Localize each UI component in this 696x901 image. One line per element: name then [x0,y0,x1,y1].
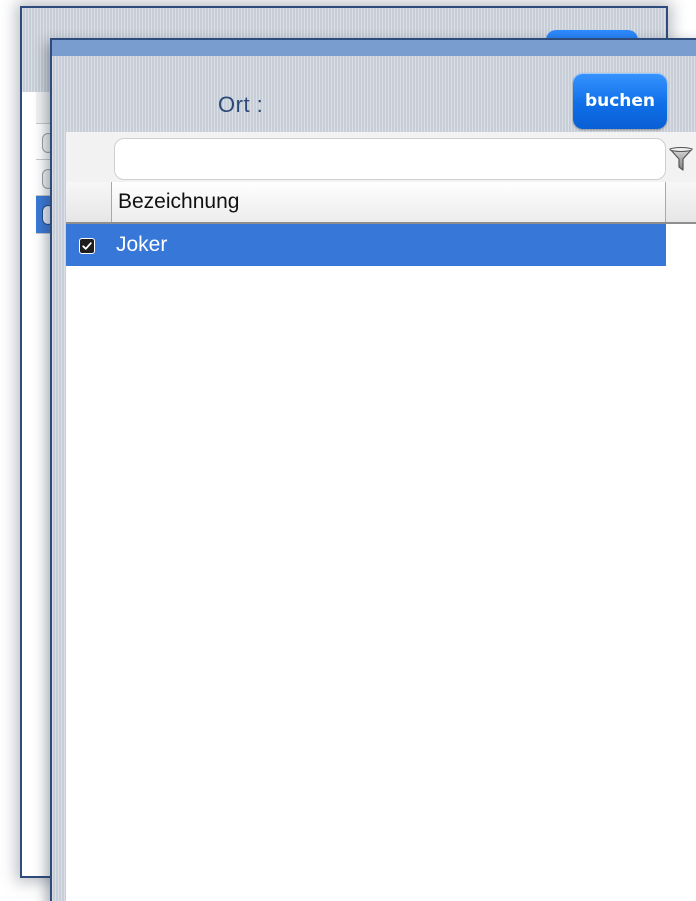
grid-header-row: Bezeichnung [66,182,696,224]
dialog-title-bar[interactable] [52,40,696,57]
filter-row [66,132,696,183]
filter-input[interactable] [114,138,666,180]
dialog-header: Ort : buchen [52,56,696,132]
funnel-filter-icon-graphic [669,147,693,171]
funnel-filter-icon[interactable] [668,146,694,174]
row-checkbox[interactable] [79,238,95,254]
header-filler [666,182,696,222]
header-select-cell[interactable] [66,182,112,222]
table-row[interactable]: Joker [66,224,666,266]
location-label: Ort : [218,92,264,117]
booking-dialog: Ort : buchen Bezeichnung Joker [50,38,696,901]
row-label: Joker [116,233,168,256]
book-button[interactable]: buchen [573,73,667,129]
checkmark-icon [82,242,92,250]
grid-left-margin [52,132,66,901]
screen: Ort : buchen Bezeichnung Joker [0,0,696,901]
location-grid: Bezeichnung Joker [66,132,696,901]
column-header-bezeichnung[interactable]: Bezeichnung [112,182,666,222]
